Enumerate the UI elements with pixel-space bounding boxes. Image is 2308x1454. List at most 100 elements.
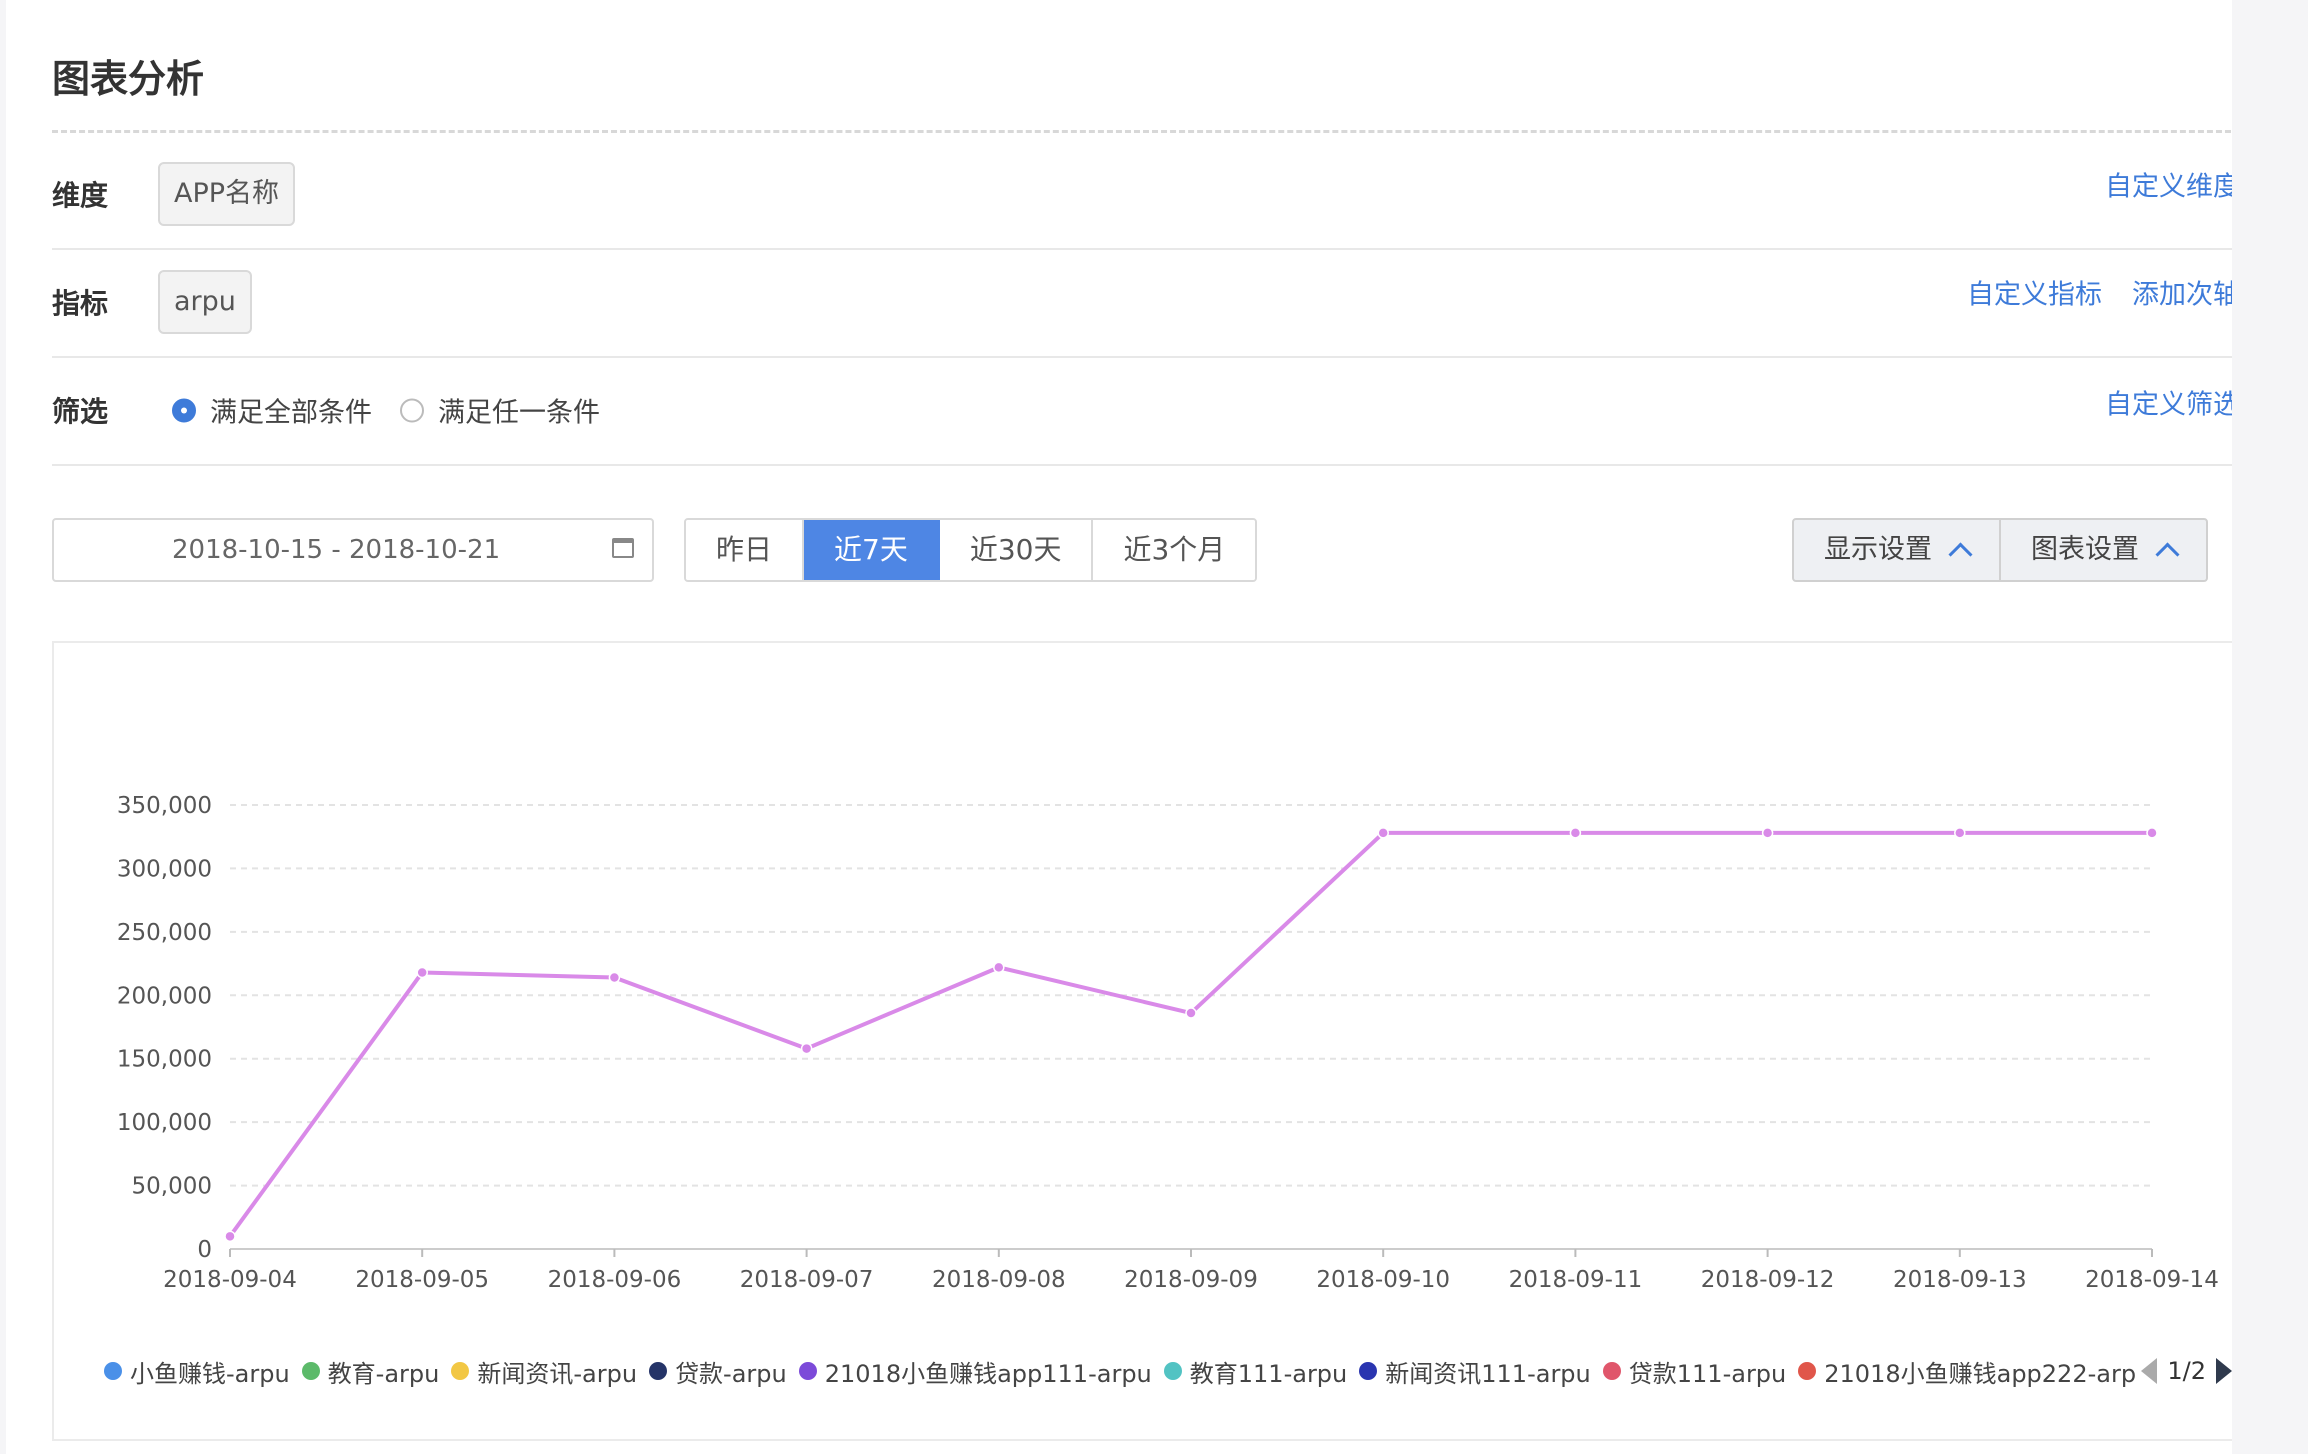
chart-legend: 小鱼赚钱-arpu 教育-arpu 新闻资讯-arpu 贷款-arpu 2101… <box>104 1353 2204 1389</box>
x-tick-label: 2018-09-13 <box>1893 1267 2027 1293</box>
data-point <box>1761 827 1774 839</box>
y-tick-label: 300,000 <box>117 856 212 882</box>
legend-label[interactable]: 21018小鱼赚钱app222-arpu <box>1824 1354 2151 1389</box>
legend-item[interactable]: 新闻资讯111-arpu <box>1359 1354 1591 1389</box>
y-tick-label: 50,000 <box>132 1174 212 1200</box>
legend-dot-icon <box>1359 1362 1378 1380</box>
legend-item[interactable]: 21018小鱼赚钱app222-arpu <box>1798 1354 2151 1389</box>
custom-dimension-link[interactable]: 自定义维度 <box>2105 165 2240 204</box>
legend-dot-icon <box>451 1362 470 1380</box>
metric-label: 指标 <box>52 287 109 320</box>
range-30days-button[interactable]: 近30天 <box>939 520 1094 580</box>
legend-label[interactable]: 21018小鱼赚钱app111-arpu <box>825 1354 1152 1389</box>
data-point <box>416 966 428 979</box>
legend-label[interactable]: 小鱼赚钱-arpu <box>130 1354 290 1389</box>
x-tick-label: 2018-09-12 <box>1701 1267 1835 1293</box>
page-title: 图表分析 <box>52 57 205 101</box>
y-tick-label: 100,000 <box>117 1110 212 1136</box>
radio-any-icon[interactable] <box>400 398 424 422</box>
legend-label[interactable]: 贷款111-arpu <box>1629 1354 1787 1389</box>
legend-dot-icon <box>1798 1362 1817 1380</box>
series-line <box>228 830 2152 1238</box>
x-tick-label: 2018-09-09 <box>1124 1267 1258 1293</box>
legend-item[interactable]: 教育111-arpu <box>1163 1354 1348 1389</box>
legend-item[interactable]: 教育-arpu <box>301 1354 440 1389</box>
legend-label[interactable]: 新闻资讯-arpu <box>477 1354 637 1389</box>
x-tick-label: 2018-09-07 <box>740 1267 874 1293</box>
legend-dot-icon <box>301 1362 320 1380</box>
data-point <box>2146 827 2158 839</box>
y-tick-label: 0 <box>197 1237 212 1263</box>
x-tick-label: 2018-09-10 <box>1316 1267 1450 1293</box>
legend-label[interactable]: 教育111-arpu <box>1190 1354 1348 1389</box>
metric-row: 指标 arpu 自定义指标 添加次轴 <box>52 248 2240 358</box>
chart-settings-label[interactable]: 图表设置 <box>2031 520 2139 580</box>
quick-range-group: 昨日 近7天 近30天 近3个月 <box>684 518 1258 582</box>
legend-item[interactable]: 21018小鱼赚钱app111-arpu <box>798 1354 1152 1389</box>
title-divider <box>52 130 2240 133</box>
y-tick-label: 150,000 <box>117 1047 212 1073</box>
metric-chip[interactable]: arpu <box>158 270 252 334</box>
range-3months-button[interactable]: 近3个月 <box>1093 520 1256 580</box>
data-point <box>608 971 621 984</box>
chevron-up-icon[interactable] <box>1948 541 1973 567</box>
page-scrollbar[interactable] <box>2232 0 2308 1454</box>
y-tick-label: 250,000 <box>117 920 212 946</box>
legend-item[interactable]: 新闻资讯-arpu <box>451 1354 637 1389</box>
radio-option-any[interactable]: 满足任一条件 <box>400 391 600 430</box>
radio-any-label[interactable]: 满足任一条件 <box>438 391 600 430</box>
y-tick-label: 350,000 <box>117 793 212 819</box>
chart-card: 0 50,000 100,000 150,000 200,000 250,000 300,0… <box>52 641 2242 1441</box>
date-range-value[interactable]: 2018-10-15 - 2018-10-21 <box>172 520 500 580</box>
filter-label: 筛选 <box>52 395 109 428</box>
data-point <box>800 1042 813 1055</box>
dimension-chip[interactable]: APP名称 <box>158 162 296 226</box>
radio-option-all[interactable]: 满足全部条件 <box>172 391 372 430</box>
chevron-up-icon[interactable] <box>2155 541 2180 567</box>
range-yesterday-button[interactable]: 昨日 <box>686 520 805 580</box>
dimension-label: 维度 <box>52 179 109 212</box>
legend-dot-icon <box>1163 1362 1182 1380</box>
y-tick-label: 200,000 <box>117 983 212 1009</box>
legend-dot-icon <box>798 1362 817 1380</box>
custom-filter-link[interactable]: 自定义筛选 <box>2105 383 2240 422</box>
legend-item[interactable]: 小鱼赚钱-arpu <box>104 1354 290 1389</box>
display-settings-label[interactable]: 显示设置 <box>1824 520 1932 580</box>
custom-metric-link[interactable]: 自定义指标 <box>1967 273 2102 312</box>
x-tick-label: 2018-09-11 <box>1509 1267 1643 1293</box>
data-point <box>1377 827 1389 839</box>
chart-settings-button[interactable]: 图表设置 <box>1999 520 2206 580</box>
main-card: 图表分析 维度 APP名称 自定义维度 指标 arpu 自定义指标 添加次轴 筛… <box>6 0 2242 1454</box>
x-tick-label: 2018-09-06 <box>548 1267 682 1293</box>
calendar-icon[interactable] <box>612 538 634 558</box>
legend-label[interactable]: 新闻资讯111-arpu <box>1385 1354 1591 1389</box>
data-point <box>1954 827 1966 839</box>
legend-label[interactable]: 教育-arpu <box>328 1354 440 1389</box>
x-tick-label: 2018-09-04 <box>163 1267 297 1293</box>
filter-row: 筛选 满足全部条件 满足任一条件 自定义筛选 <box>52 356 2240 466</box>
legend-pager: 1/2 <box>2135 1353 2232 1389</box>
filter-radio-group: 满足全部条件 满足任一条件 <box>172 391 614 430</box>
legend-prev-icon[interactable] <box>2141 1358 2158 1384</box>
add-secondary-axis-link[interactable]: 添加次轴 <box>2132 273 2240 312</box>
legend-dot-icon <box>649 1362 668 1380</box>
legend-item[interactable]: 贷款111-arpu <box>1602 1354 1787 1389</box>
legend-label[interactable]: 贷款-arpu <box>675 1354 787 1389</box>
legend-dot-icon <box>104 1362 122 1380</box>
legend-page-indicator: 1/2 <box>2167 1357 2206 1385</box>
legend-next-icon[interactable] <box>2216 1358 2232 1384</box>
line-chart: 0 50,000 100,000 150,000 200,000 250,000 300,0… <box>117 793 2219 1293</box>
radio-all-icon[interactable] <box>172 398 196 422</box>
data-point <box>1569 827 1582 839</box>
legend-item[interactable]: 贷款-arpu <box>649 1354 787 1389</box>
x-tick-label: 2018-09-05 <box>355 1267 489 1293</box>
display-settings-button[interactable]: 显示设置 <box>1794 520 1999 580</box>
x-tick-label: 2018-09-14 <box>2085 1267 2219 1293</box>
range-7days-button[interactable]: 近7天 <box>804 520 940 580</box>
legend-dot-icon <box>1602 1362 1621 1380</box>
radio-all-label[interactable]: 满足全部条件 <box>210 391 372 430</box>
data-point <box>993 961 1005 974</box>
x-tick-label: 2018-09-08 <box>932 1267 1066 1293</box>
settings-group: 显示设置 图表设置 <box>1792 518 2208 582</box>
date-range-picker[interactable]: 2018-10-15 - 2018-10-21 <box>52 518 654 582</box>
